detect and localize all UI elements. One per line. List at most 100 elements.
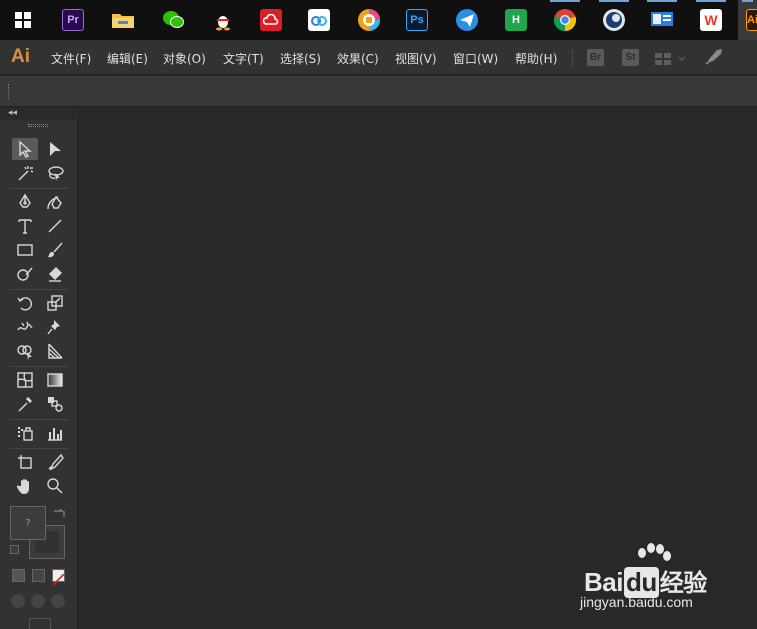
menu-file[interactable]: 文件(F) — [51, 50, 91, 67]
width-tool[interactable] — [12, 316, 38, 338]
taskbar-app-qq[interactable] — [204, 0, 242, 40]
taskbar-app-remote[interactable] — [643, 0, 681, 40]
collapse-icon[interactable]: ◂◂ — [8, 108, 17, 118]
fill-placeholder: ? — [25, 517, 31, 529]
eyedropper-icon — [18, 397, 32, 412]
menu-edit[interactable]: 编辑(E) — [107, 50, 148, 67]
paintbrush-tool[interactable] — [42, 239, 68, 261]
column-graph-tool[interactable] — [42, 422, 68, 444]
type-tool[interactable] — [12, 215, 38, 237]
watermark-brand: Bai du 经验 — [584, 567, 707, 598]
eraser-tool[interactable] — [42, 263, 68, 285]
bridge-button[interactable]: Br — [587, 49, 604, 66]
pin-icon — [47, 320, 60, 335]
menu-select[interactable]: 选择(S) — [280, 50, 321, 67]
hand-tool[interactable] — [12, 475, 38, 497]
default-colors-button[interactable] — [10, 545, 19, 554]
pen-nib-icon — [19, 193, 31, 208]
taskbar-app-creative-cloud[interactable] — [252, 0, 290, 40]
shaper-icon — [17, 267, 33, 281]
width-icon — [17, 321, 33, 331]
pen-tool[interactable] — [12, 191, 38, 213]
slice-tool[interactable] — [42, 451, 68, 473]
draw-behind-button[interactable] — [31, 594, 45, 608]
blend-tool[interactable] — [42, 393, 68, 415]
swap-fill-stroke-button[interactable] — [52, 506, 66, 525]
curvature-pen-icon — [47, 195, 62, 210]
eraser-icon — [49, 267, 62, 282]
direct-selection-tool[interactable] — [42, 138, 68, 160]
magic-wand-tool[interactable] — [12, 162, 38, 184]
start-button[interactable] — [4, 0, 42, 40]
fill-swatch[interactable]: ? — [10, 506, 46, 540]
taskbar-app-premiere[interactable]: Pr — [54, 0, 92, 40]
mesh-tool[interactable] — [12, 369, 38, 391]
menu-effect[interactable]: 效果(C) — [337, 50, 379, 67]
menu-type[interactable]: 文字(T) — [223, 50, 264, 67]
wps-icon: W — [700, 9, 722, 31]
curvature-tool[interactable] — [42, 191, 68, 213]
eyedropper-tool[interactable] — [12, 393, 38, 415]
symbol-sprayer-tool[interactable] — [12, 422, 38, 444]
blend-icon — [48, 397, 63, 412]
taskbar-app-wechat[interactable] — [155, 0, 193, 40]
scale-tool[interactable] — [42, 292, 68, 314]
selection-tool[interactable] — [12, 138, 38, 160]
creative-cloud-icon — [260, 9, 282, 31]
draw-inside-button[interactable] — [51, 594, 65, 608]
taskbar-app-illustrator[interactable]: Ai — [738, 0, 757, 40]
arrange-documents-button[interactable] — [655, 51, 687, 70]
taskbar-app-colorful[interactable] — [350, 0, 388, 40]
chrome-icon — [553, 9, 577, 32]
rectangle-icon — [17, 244, 33, 256]
menu-help[interactable]: 帮助(H) — [515, 50, 557, 67]
circle-app-icon — [358, 9, 380, 31]
menu-window[interactable]: 窗口(W) — [453, 50, 498, 67]
menu-view[interactable]: 视图(V) — [395, 50, 437, 67]
none-mode-button[interactable] — [52, 569, 65, 586]
gradient-mode-button[interactable] — [32, 569, 45, 582]
taskbar-app-chrome[interactable] — [546, 0, 584, 40]
premiere-icon: Pr — [62, 9, 84, 31]
tools-panel-header[interactable]: ◂◂ — [0, 108, 78, 120]
taskbar-app-messenger[interactable] — [448, 0, 486, 40]
lasso-tool[interactable] — [42, 162, 68, 184]
cloud-storage-icon — [308, 9, 330, 31]
shape-builder-icon — [17, 345, 32, 360]
color-mode-button[interactable] — [12, 569, 25, 582]
gpu-performance-button[interactable] — [704, 48, 724, 70]
gradient-tool[interactable] — [42, 369, 68, 391]
gradient-icon — [47, 373, 63, 387]
shape-builder-tool[interactable] — [12, 340, 38, 362]
menu-object[interactable]: 对象(O) — [163, 50, 206, 67]
selection-arrow-icon — [19, 140, 32, 158]
windows-logo-icon — [15, 12, 31, 28]
taskbar-app-photoshop[interactable]: Ps — [398, 0, 436, 40]
artboard-icon — [18, 455, 32, 469]
tools-panel-grip[interactable] — [28, 124, 48, 127]
line-segment-tool[interactable] — [42, 215, 68, 237]
zoom-tool[interactable] — [42, 475, 68, 497]
draw-normal-button[interactable] — [11, 594, 25, 608]
taskbar-app-hbuilder[interactable]: H — [497, 0, 535, 40]
remote-desktop-icon — [651, 12, 673, 26]
hbuilder-icon: H — [505, 9, 527, 31]
stock-button[interactable]: St — [622, 49, 639, 66]
artboard-tool[interactable] — [12, 451, 38, 473]
tools-panel: ◂◂ ? — [0, 108, 78, 629]
shaper-tool[interactable] — [12, 263, 38, 285]
paintbrush-icon — [48, 242, 63, 258]
screen-mode-button[interactable] — [29, 618, 51, 629]
taskbar-app-netdisk[interactable] — [300, 0, 338, 40]
perspective-grid-tool[interactable] — [42, 340, 68, 362]
taskbar-app-wps[interactable]: W — [692, 0, 730, 40]
rectangle-tool[interactable] — [12, 239, 38, 261]
taskbar-app-explorer[interactable] — [104, 0, 142, 40]
control-bar-grip[interactable] — [8, 84, 10, 100]
rocket-icon — [705, 49, 722, 65]
taskbar-app-cinema4d[interactable] — [595, 0, 633, 40]
rotate-icon — [17, 297, 32, 311]
rotate-tool[interactable] — [12, 292, 38, 314]
watermark-url: jingyan.baidu.com — [580, 594, 693, 610]
puppet-warp-tool[interactable] — [42, 316, 68, 338]
